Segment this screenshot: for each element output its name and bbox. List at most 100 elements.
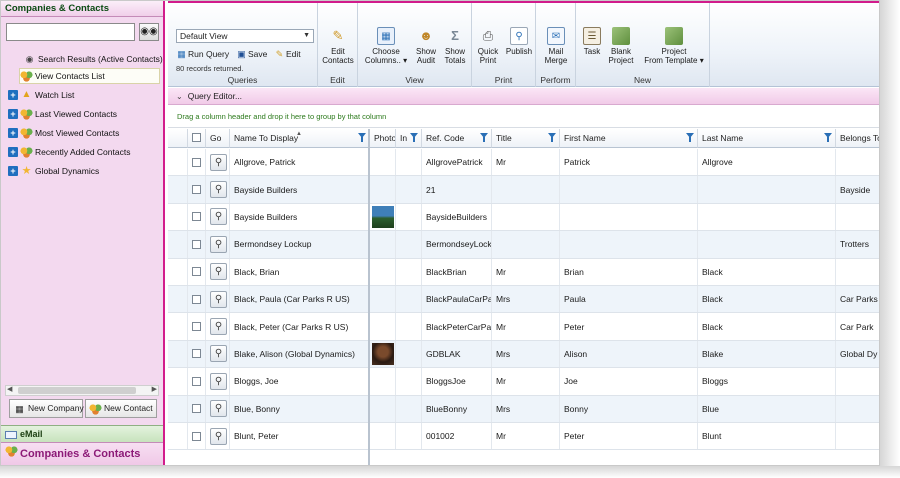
expand-icon[interactable]: + [8, 128, 18, 138]
companies-section-tab[interactable]: Companies & Contacts [1, 442, 163, 465]
save-query-button[interactable]: ▣ Save [237, 49, 267, 59]
people-icon [20, 146, 33, 158]
magnifier-icon[interactable]: ⚲ [210, 263, 227, 281]
cell-in [396, 203, 422, 231]
scroll-left-icon[interactable]: ◀ [7, 385, 12, 393]
new-company-label: New Company [28, 403, 84, 413]
project-from-template-button[interactable]: Project From Template ▾ [640, 27, 708, 65]
filter-icon[interactable] [358, 133, 366, 142]
run-query-button[interactable]: ▦ Run Query [177, 49, 229, 59]
tree-item-watch-list[interactable]: + ▲ Watch List [8, 87, 74, 103]
header-select-all[interactable] [188, 129, 206, 148]
magnifier-icon[interactable]: ⚲ [210, 345, 227, 363]
row-checkbox[interactable] [192, 294, 201, 304]
select-all-checkbox[interactable] [192, 133, 201, 142]
row-checkbox[interactable] [192, 376, 201, 386]
filter-icon[interactable] [548, 133, 556, 142]
header-photo[interactable]: Photo [370, 129, 396, 148]
magnifier-icon[interactable]: ⚲ [210, 427, 227, 445]
sidebar-search-input[interactable] [6, 23, 135, 41]
scrollbar-thumb[interactable] [18, 387, 136, 394]
choose-columns-button[interactable]: ▦ Choose Columns.. ▾ [362, 27, 410, 65]
table-row[interactable]: ⚲ Blake, Alison (Global Dynamics) GDBLAK Mr… [168, 340, 879, 369]
row-spacer [168, 203, 188, 231]
row-checkbox[interactable] [192, 267, 201, 277]
tree-item-recently-added[interactable]: + Recently Added Contacts [8, 144, 130, 160]
expand-icon[interactable]: + [8, 90, 18, 100]
show-totals-button[interactable]: Σ Show Totals [440, 27, 470, 65]
row-checkbox[interactable] [192, 431, 201, 441]
edit-query-button[interactable]: ✎ Edit [275, 49, 301, 59]
expand-icon[interactable]: + [8, 166, 18, 176]
magnifier-icon[interactable]: ⚲ [210, 290, 227, 308]
email-section-tab[interactable]: eMail [1, 425, 163, 442]
cell-name: Allgrove, Patrick [230, 149, 370, 176]
expand-icon[interactable]: + [8, 147, 18, 157]
header-last-name[interactable]: Last Name [698, 129, 836, 148]
tree-item-global-dynamics[interactable]: + ★ Global Dynamics [8, 163, 99, 179]
magnifier-icon[interactable]: ⚲ [210, 153, 227, 171]
sidebar-horizontal-scrollbar[interactable]: ◀ ▶ [5, 385, 159, 396]
row-checkbox[interactable] [192, 212, 201, 222]
sort-ascending-icon: ▲ [296, 131, 302, 137]
magnifier-icon[interactable]: ⚲ [210, 372, 227, 390]
magnifier-icon[interactable]: ⚲ [210, 181, 227, 199]
query-editor-toggle[interactable]: ⌄ Query Editor... [168, 88, 879, 105]
table-row[interactable]: ⚲ Black, Brian BlackBrian Mr Brian Black [168, 258, 879, 286]
row-checkbox[interactable] [192, 157, 201, 167]
new-company-button[interactable]: ▦ New Company [9, 399, 84, 418]
task-button[interactable]: ☰ Task [580, 27, 604, 56]
table-row[interactable]: ⚲ Bayside Builders BaysideBuilders [168, 203, 879, 232]
table-row[interactable]: ⚲ Allgrove, Patrick AllgrovePatrick Mr Patri… [168, 149, 879, 177]
mail-icon [5, 430, 17, 439]
expand-icon[interactable]: + [8, 109, 18, 119]
filter-icon[interactable] [410, 133, 418, 142]
people-icon [5, 445, 18, 457]
row-checkbox[interactable] [192, 322, 201, 332]
header-belongs-to[interactable]: Belongs To [836, 129, 879, 148]
table-row[interactable]: ⚲ Bayside Builders 21 Bayside [168, 176, 879, 204]
edit-contacts-button[interactable]: ✎ Edit Contacts [320, 27, 356, 65]
button-label: Show [415, 47, 436, 56]
table-row[interactable]: ⚲ Bermondsey Lockup BermondseyLock Trotters [168, 231, 879, 259]
mail-merge-button[interactable]: ✉ Mail Merge [538, 27, 574, 65]
tree-item-search-results[interactable]: ◉ Search Results (Active Contacts) [23, 51, 163, 67]
sidebar-search-button[interactable]: ◉◉ [139, 23, 159, 41]
magnifier-icon[interactable]: ⚲ [210, 235, 227, 253]
filter-icon[interactable] [686, 133, 694, 142]
view-select[interactable]: Default View ▼ [176, 29, 314, 43]
magnifier-icon[interactable]: ⚲ [210, 208, 227, 226]
show-audit-button[interactable]: ☻ Show Audit [412, 27, 440, 65]
table-row[interactable]: ⚲ Black, Paula (Car Parks R US) BlackPaula… [168, 286, 879, 314]
blank-project-button[interactable]: Blank Project [606, 27, 636, 65]
group-by-drop-zone[interactable]: Drag a column header and drop it here to… [168, 106, 879, 128]
header-name-to-display[interactable]: ▲ Name To Display [230, 129, 370, 148]
frozen-column-divider[interactable] [368, 129, 370, 465]
table-row[interactable]: ⚲ Bloggs, Joe BloggsJoe Mr Joe Bloggs [168, 368, 879, 396]
tree-item-most-viewed[interactable]: + Most Viewed Contacts [8, 125, 119, 141]
magnifier-icon[interactable]: ⚲ [210, 400, 227, 418]
row-checkbox[interactable] [192, 185, 201, 195]
tree-item-last-viewed[interactable]: + Last Viewed Contacts [8, 106, 117, 122]
quick-print-button[interactable]: ⎙ Quick Print [474, 27, 502, 65]
scroll-right-icon[interactable]: ▶ [152, 385, 157, 393]
cell-first-name: Bonny [560, 395, 698, 422]
tree-item-view-contacts-list[interactable]: View Contacts List [19, 68, 160, 84]
cell-belongs-to: Global Dy [836, 341, 879, 367]
table-row[interactable]: ⚲ Blue, Bonny BlueBonny Mrs Bonny Blue [168, 395, 879, 423]
header-first-name[interactable]: First Name [560, 129, 698, 148]
filter-icon[interactable] [480, 133, 488, 142]
row-checkbox[interactable] [192, 239, 201, 249]
header-title[interactable]: Title [492, 129, 560, 148]
table-row[interactable]: ⚲ Blunt, Peter 001002 Mr Peter Blunt [168, 423, 879, 451]
header-ref-code[interactable]: Ref. Code [422, 129, 492, 148]
table-row[interactable]: ⚲ Black, Peter (Car Parks R US) BlackPeter… [168, 313, 879, 341]
header-in[interactable]: In [396, 129, 422, 148]
row-checkbox[interactable] [192, 404, 201, 414]
row-checkbox[interactable] [192, 349, 201, 359]
cell-last-name: Blue [698, 395, 836, 422]
publish-button[interactable]: ⚲ Publish [504, 27, 534, 56]
new-contact-button[interactable]: New Contact [85, 399, 157, 418]
magnifier-icon[interactable]: ⚲ [210, 318, 227, 336]
filter-icon[interactable] [824, 133, 832, 142]
